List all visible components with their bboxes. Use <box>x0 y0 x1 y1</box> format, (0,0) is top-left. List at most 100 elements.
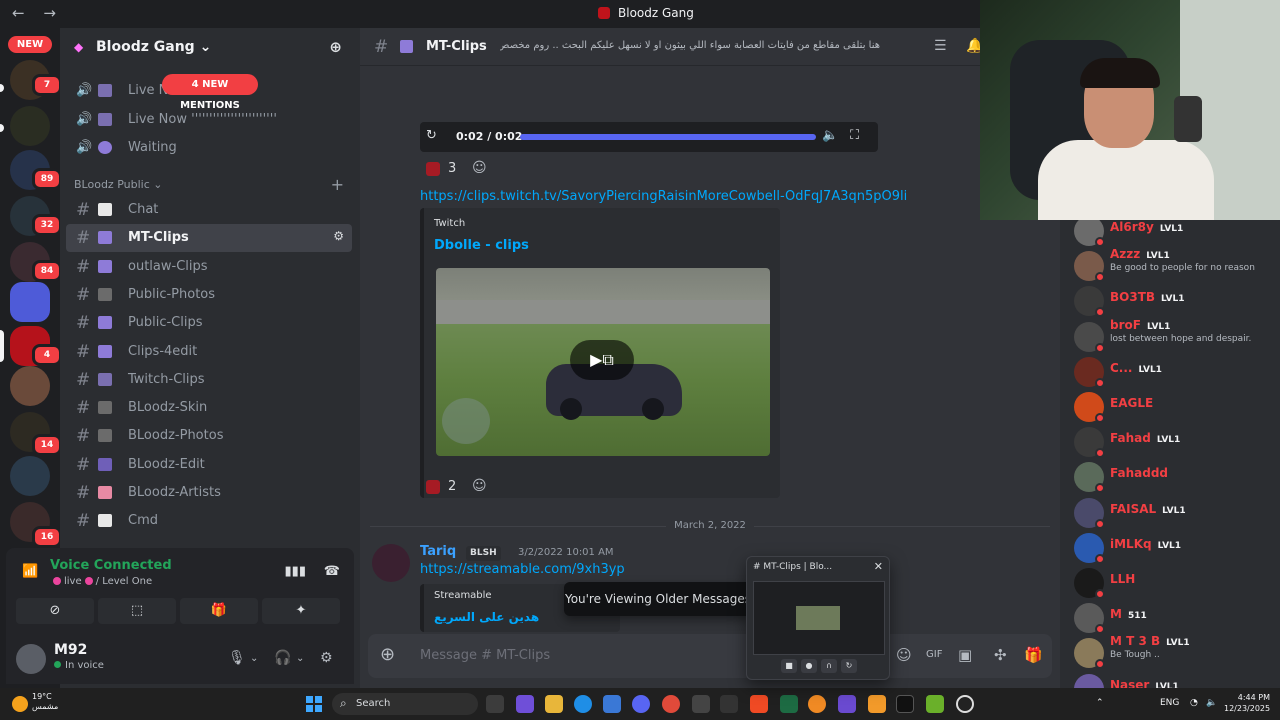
taskbar-search[interactable]: ⌕ Search <box>332 693 478 715</box>
voice-status[interactable]: Voice Connected <box>50 558 172 573</box>
audio-progress-bar[interactable] <box>520 134 816 140</box>
channel-item[interactable]: # Public-Photos <box>66 281 352 309</box>
disconnect-icon[interactable]: ↻ <box>841 659 857 673</box>
volume-icon[interactable]: 🔈 <box>1206 698 1217 708</box>
tiktok-icon[interactable] <box>896 695 914 713</box>
member-item[interactable]: FAISAL LVL1 <box>1070 492 1274 532</box>
wifi-icon[interactable]: ◔ <box>1190 698 1198 708</box>
activity-button[interactable]: 🎁 <box>180 598 258 624</box>
embed-title[interactable]: Dbolle - clips <box>434 238 529 253</box>
mic-icon[interactable]: 🎙 <box>228 650 246 666</box>
member-item[interactable]: BO3TB LVL1 <box>1070 280 1274 320</box>
attach-plus-icon[interactable]: ⊕ <box>380 644 395 665</box>
nvidia-icon[interactable] <box>926 695 944 713</box>
replay-icon[interactable]: ↻ <box>426 128 437 143</box>
app-icon[interactable] <box>808 695 826 713</box>
member-item[interactable]: C... LVL1 <box>1070 351 1274 391</box>
weather-icon[interactable] <box>12 696 28 712</box>
member-item[interactable]: M 511 <box>1070 597 1274 637</box>
gif-icon[interactable]: GIF <box>926 649 942 660</box>
member-item[interactable]: broF LVL1 lost between hope and despair. <box>1070 316 1274 356</box>
reaction[interactable]: 2 ☺ <box>420 476 500 500</box>
language-indicator[interactable]: ENG <box>1160 698 1179 708</box>
video-thumbnail[interactable]: ▶⧉ <box>436 268 770 456</box>
task-view-icon[interactable] <box>486 695 504 713</box>
app-icon[interactable] <box>838 695 856 713</box>
discord-icon[interactable] <box>632 695 650 713</box>
emoji-icon[interactable]: ☺ <box>896 646 912 664</box>
channel-settings-icon[interactable]: ⚙ <box>333 229 344 243</box>
obs-icon[interactable] <box>956 695 974 713</box>
new-pill[interactable]: NEW <box>8 36 52 53</box>
channel-item[interactable]: # outlaw-Clips <box>66 253 352 281</box>
server-icon[interactable] <box>10 106 50 146</box>
excel-icon[interactable] <box>780 695 798 713</box>
camera-icon[interactable]: ■ <box>781 659 797 673</box>
headphones-icon[interactable]: ∩ <box>821 659 837 673</box>
play-icon[interactable]: ▶⧉ <box>570 340 634 380</box>
message-link[interactable]: https://streamable.com/9xh3yp <box>420 562 625 577</box>
noise-suppression-icon[interactable]: ▮▮▮ <box>285 564 306 579</box>
app-icon[interactable] <box>868 695 886 713</box>
disconnect-icon[interactable]: ☎ <box>324 564 340 579</box>
headphones-icon[interactable]: 🎧 <box>274 650 291 666</box>
channel-item[interactable]: # Clips-4edit <box>66 338 352 366</box>
reaction[interactable]: 3 ☺ <box>420 158 500 182</box>
embed-title[interactable]: هدين على السريع <box>434 610 539 624</box>
member-item[interactable]: LLH <box>1070 562 1274 602</box>
weather-widget[interactable]: 19°C مشمس <box>32 692 58 712</box>
channel-item[interactable]: # BLoodz-Artists <box>66 479 352 507</box>
channel-item[interactable]: # Twitch-Clips <box>66 366 352 394</box>
channel-item[interactable]: # BLoodz-Skin <box>66 394 352 422</box>
signal-icon[interactable]: 📶 <box>22 564 38 579</box>
camera-off-button[interactable]: ⊘ <box>16 598 94 624</box>
tray-chevron-icon[interactable]: ⌃ <box>1096 698 1104 708</box>
username[interactable]: M92 <box>54 642 87 658</box>
chevron-down-icon[interactable]: ⌄ <box>250 653 258 664</box>
member-item[interactable]: Fahaddd <box>1070 456 1274 496</box>
gift-icon[interactable]: 🎁 <box>1024 646 1043 664</box>
close-icon[interactable]: ✕ <box>874 560 883 573</box>
new-mentions-pill[interactable]: 4 NEW MENTIONS <box>162 74 258 111</box>
clip-link[interactable]: https://clips.twitch.tv/SavoryPiercingRa… <box>420 189 907 204</box>
apps-icon[interactable]: ✣ <box>994 646 1007 664</box>
server-header[interactable]: ◆ Bloodz Gang ⌄ ⊕ <box>60 28 360 66</box>
windows-start-icon[interactable] <box>306 696 322 712</box>
channel-item[interactable]: # Public-Clips <box>66 309 352 337</box>
channel-topic[interactable]: هنا بتلقى مقاطع من فايتات العصابة سواء ا… <box>500 40 880 51</box>
screen-share-button[interactable]: ⬚ <box>98 598 176 624</box>
taskbar-preview[interactable]: # MT-Clips | Blo... ✕ ■ ● ∩ ↻ <box>746 556 890 680</box>
add-reaction-icon[interactable]: ☺ <box>472 478 487 494</box>
channel-item[interactable]: # Cmd <box>66 507 352 535</box>
settings-gear-icon[interactable]: ⚙ <box>320 650 333 666</box>
voice-channel[interactable]: 🔊 Waiting <box>66 134 352 162</box>
edge-icon[interactable] <box>574 695 592 713</box>
member-item[interactable]: Naser LVL1 <box>1070 668 1274 688</box>
volume-icon[interactable]: 🔈 <box>822 128 838 143</box>
add-reaction-icon[interactable]: ☺ <box>472 160 487 176</box>
member-item[interactable]: M T 3 B LVL1 Be Tough .. <box>1070 632 1274 672</box>
server-icon[interactable] <box>10 456 50 496</box>
older-messages-notice[interactable]: You're Viewing Older Messages <box>564 582 752 616</box>
member-item[interactable]: Azzz LVL1 Be good to people for no reason <box>1070 245 1274 285</box>
system-clock[interactable]: 4:44 PM 12/23/2025 <box>1224 692 1270 714</box>
soundboard-button[interactable]: ✦ <box>262 598 340 624</box>
file-explorer-icon[interactable] <box>545 695 563 713</box>
channel-item[interactable]: # BLoodz-Photos <box>66 422 352 450</box>
fullscreen-icon[interactable]: ⛶ <box>850 128 859 143</box>
category-header[interactable]: BLoodz Public ⌄ + <box>74 175 352 194</box>
avatar[interactable] <box>16 644 46 674</box>
chevron-down-icon[interactable]: ⌄ <box>296 653 304 664</box>
preview-screenshot[interactable] <box>753 581 885 655</box>
avatar[interactable] <box>372 544 410 582</box>
sticker-icon[interactable]: ▣ <box>958 646 972 664</box>
app-icon[interactable] <box>692 695 710 713</box>
server-tag-badge[interactable]: BLSH <box>466 546 501 561</box>
app-icon[interactable] <box>720 695 738 713</box>
chrome-icon[interactable] <box>662 695 680 713</box>
folder-icon[interactable] <box>10 282 50 322</box>
store-icon[interactable] <box>603 695 621 713</box>
member-item[interactable]: Fahad LVL1 <box>1070 421 1274 461</box>
copilot-icon[interactable] <box>516 695 534 713</box>
threads-icon[interactable]: ☰ <box>934 38 947 54</box>
